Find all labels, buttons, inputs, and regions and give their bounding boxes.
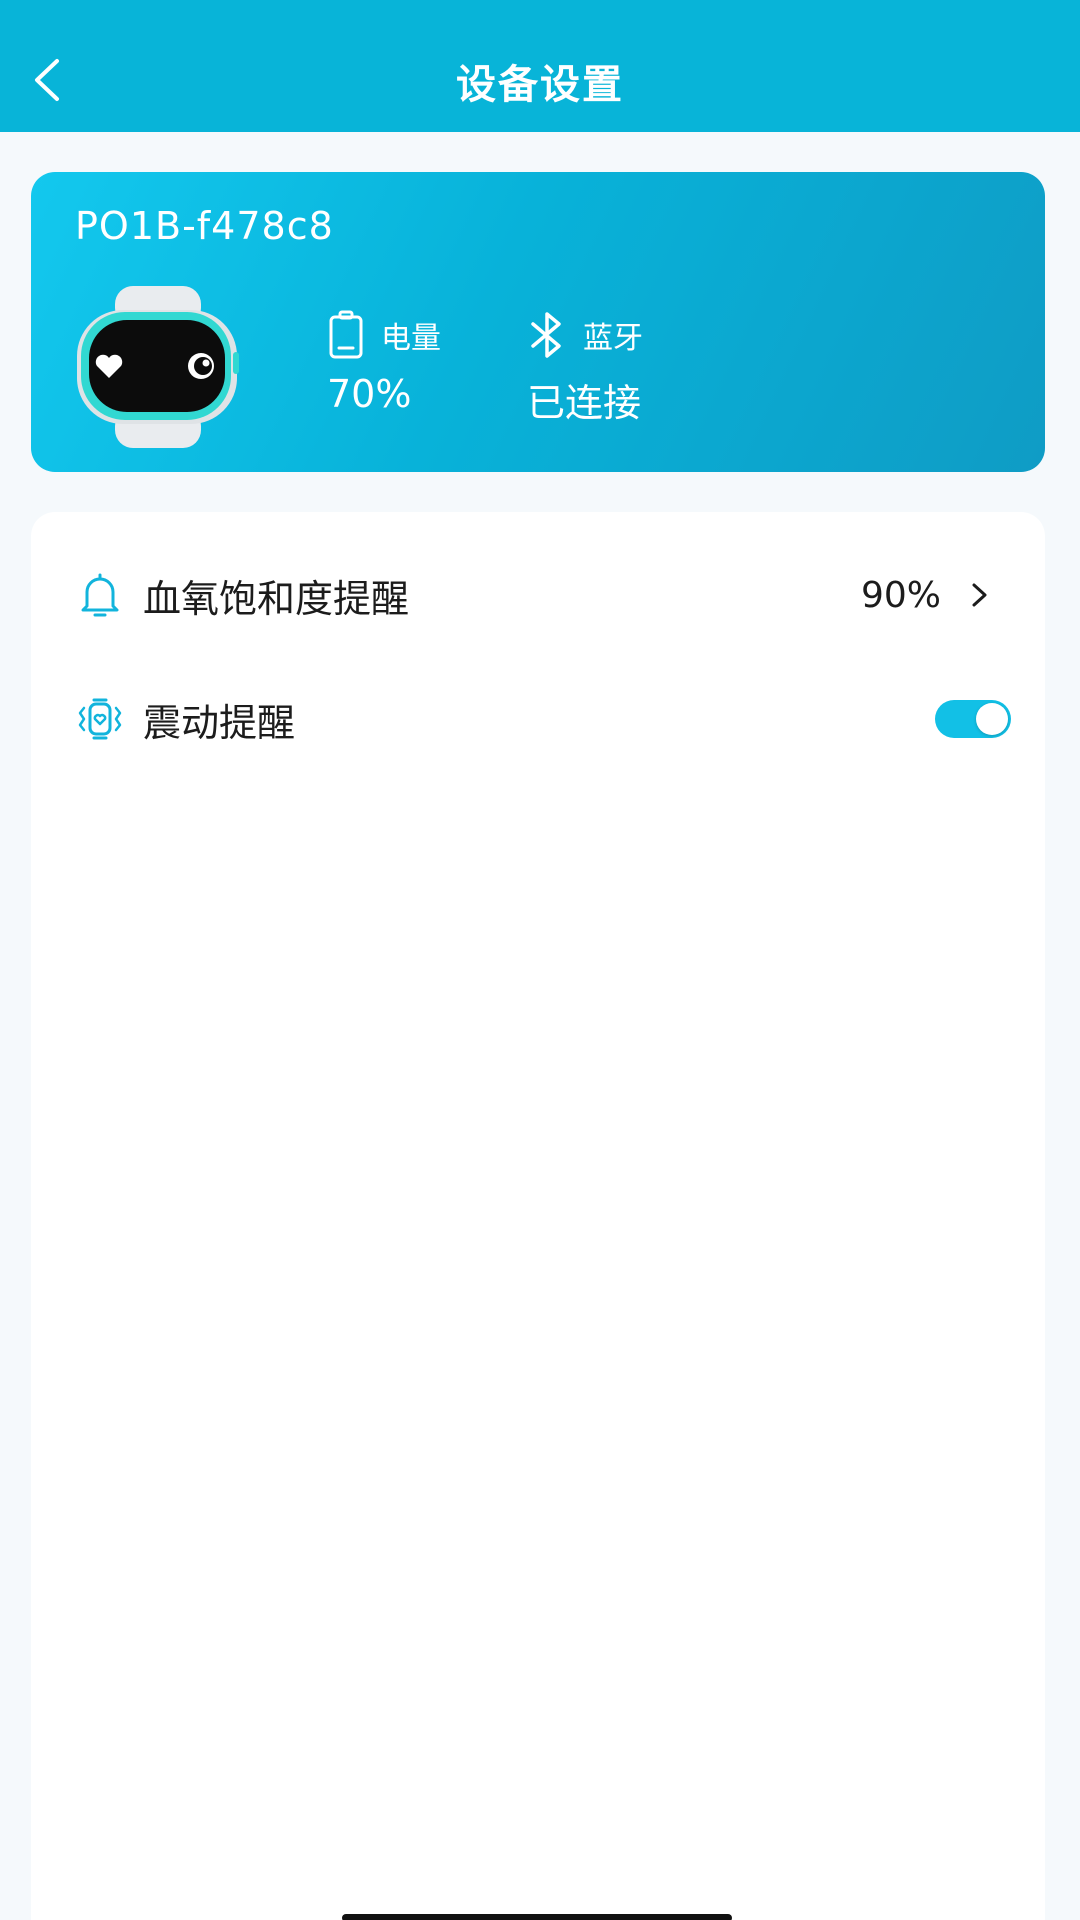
toggle-knob [976, 703, 1008, 735]
top-app-bar: 设备设置 [0, 0, 1080, 132]
spo2-alert-value: 90% [860, 574, 941, 616]
device-card: PO1B-f478c8 电量 70% 蓝牙 已连接 [31, 172, 1045, 472]
device-name: PO1B-f478c8 [75, 204, 334, 248]
vibration-alert-row: 震动提醒 [31, 664, 1045, 774]
bluetooth-icon [531, 312, 561, 358]
spo2-alert-row[interactable]: 血氧饱和度提醒 90% [31, 540, 1045, 650]
bluetooth-value: 已连接 [527, 381, 642, 425]
vibration-alert-toggle[interactable] [935, 700, 1011, 738]
vibration-alert-label: 震动提醒 [143, 700, 296, 745]
bluetooth-label: 蓝牙 [583, 321, 643, 356]
bluetooth-stat: 蓝牙 已连接 [527, 308, 643, 427]
battery-value: 70% [327, 372, 412, 416]
battery-label: 电量 [381, 321, 441, 356]
page-title: 设备设置 [456, 62, 624, 108]
chevron-right-icon [972, 583, 987, 607]
watch-vibrate-icon [78, 698, 122, 740]
watch-image [77, 286, 239, 448]
bell-icon [81, 573, 119, 617]
home-indicator [342, 1914, 732, 1920]
spo2-alert-label: 血氧饱和度提醒 [143, 576, 410, 621]
battery-stat: 电量 70% [327, 308, 441, 416]
battery-icon [329, 310, 363, 359]
